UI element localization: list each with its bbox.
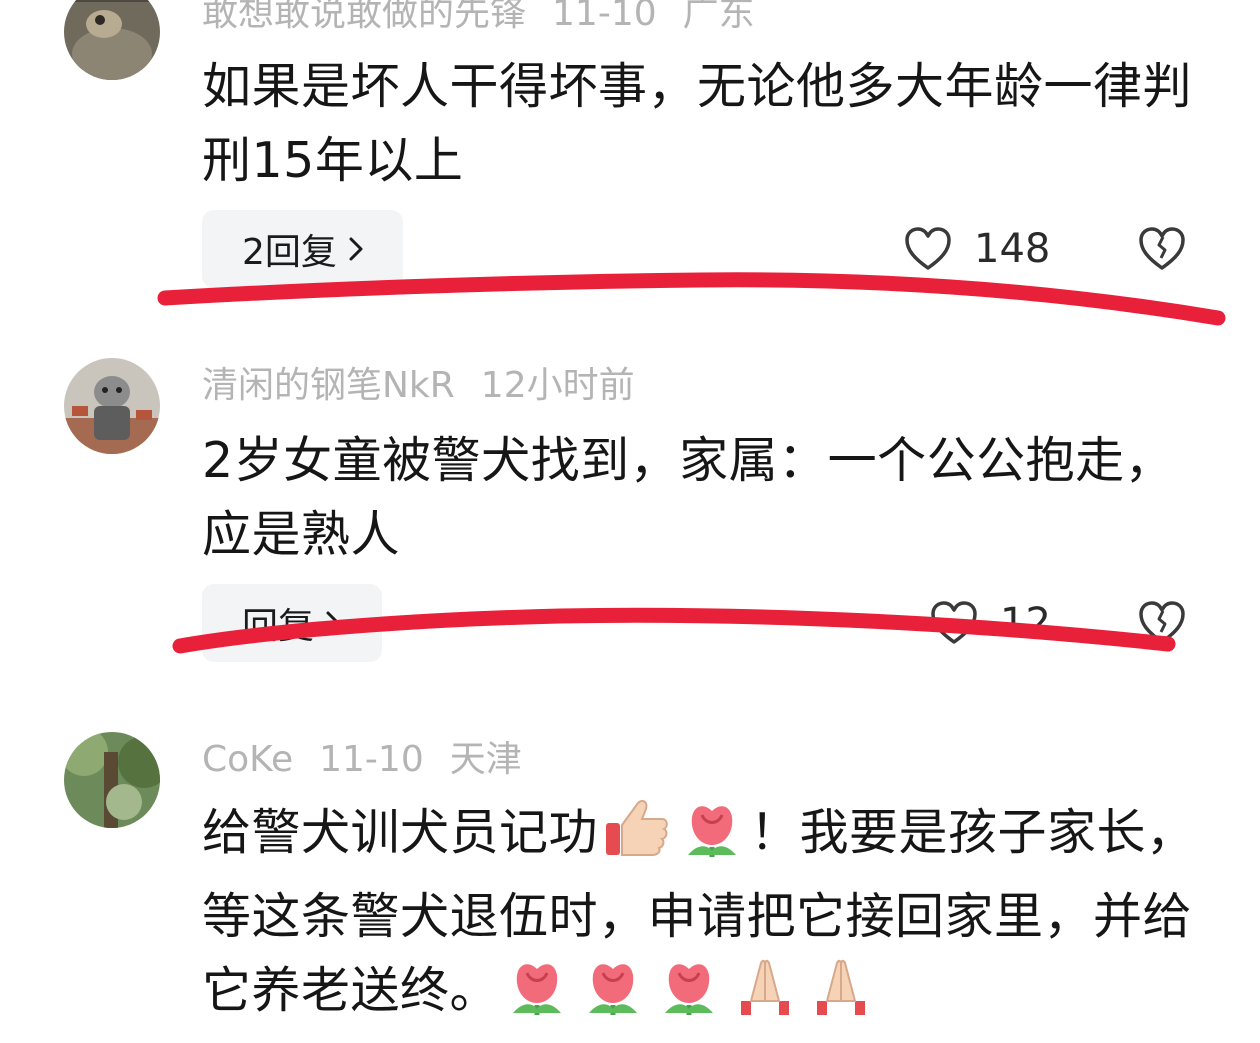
comment-time: 11-10 bbox=[552, 0, 657, 34]
like-group: 148 bbox=[904, 226, 1050, 272]
dislike-group bbox=[1138, 600, 1186, 646]
chevron-right-icon bbox=[324, 609, 342, 637]
username[interactable]: 敢想敢说敢做的先锋 bbox=[202, 0, 526, 34]
avatar[interactable] bbox=[64, 358, 160, 454]
replies-label: 2回复 bbox=[242, 232, 337, 273]
thumbs-up-icon bbox=[602, 797, 670, 880]
tulip-icon bbox=[678, 797, 746, 880]
comment-location: 天津 bbox=[449, 739, 522, 780]
avatar[interactable] bbox=[64, 0, 160, 80]
chevron-right-icon bbox=[347, 235, 365, 263]
broken-heart-icon[interactable] bbox=[1138, 600, 1186, 646]
comment-meta: 敢想敢说敢做的先锋 11-10 广东 bbox=[202, 0, 781, 36]
reply-label: 回复 bbox=[242, 606, 315, 647]
avatar[interactable] bbox=[64, 732, 160, 828]
comment-text: 如果是坏人干得坏事，无论他多大年龄一律判刑15年以上 bbox=[202, 58, 1193, 189]
comment-meta: CoKe 11-10 天津 bbox=[202, 738, 548, 782]
tulip-icon bbox=[579, 955, 647, 1038]
heart-outline-icon[interactable] bbox=[930, 600, 978, 646]
username[interactable]: 清闲的钢笔NkR bbox=[202, 365, 455, 406]
reply-button[interactable]: 回复 bbox=[202, 584, 383, 662]
tulip-icon bbox=[503, 955, 571, 1038]
like-count: 12 bbox=[1000, 600, 1051, 646]
comment-text: 2岁女童被警犬找到，家属：一个公公抱走，应是熟人 bbox=[202, 432, 1175, 563]
heart-outline-icon[interactable] bbox=[904, 226, 952, 272]
comment-meta: 清闲的钢笔NkR 12小时前 bbox=[202, 364, 661, 408]
comment-time: 11-10 bbox=[319, 739, 424, 780]
comment-time: 12小时前 bbox=[480, 365, 635, 406]
praying-hands-icon bbox=[731, 955, 799, 1038]
dislike-group bbox=[1138, 226, 1186, 272]
comment-text: 给警犬训犬员记功 ！我要是孩子家长，等这条警犬退伍时，申请把它接回家里，并给它养… bbox=[202, 796, 1202, 1038]
broken-heart-icon[interactable] bbox=[1138, 226, 1186, 272]
comment-text-part1: 给警犬训犬员记功 bbox=[202, 804, 599, 861]
tulip-icon bbox=[655, 955, 723, 1038]
like-count: 148 bbox=[974, 226, 1051, 272]
praying-hands-icon bbox=[807, 955, 875, 1038]
comment-location: 广东 bbox=[682, 0, 755, 34]
like-group: 12 bbox=[930, 600, 1051, 646]
replies-button[interactable]: 2回复 bbox=[202, 210, 403, 288]
username[interactable]: CoKe bbox=[202, 739, 293, 780]
